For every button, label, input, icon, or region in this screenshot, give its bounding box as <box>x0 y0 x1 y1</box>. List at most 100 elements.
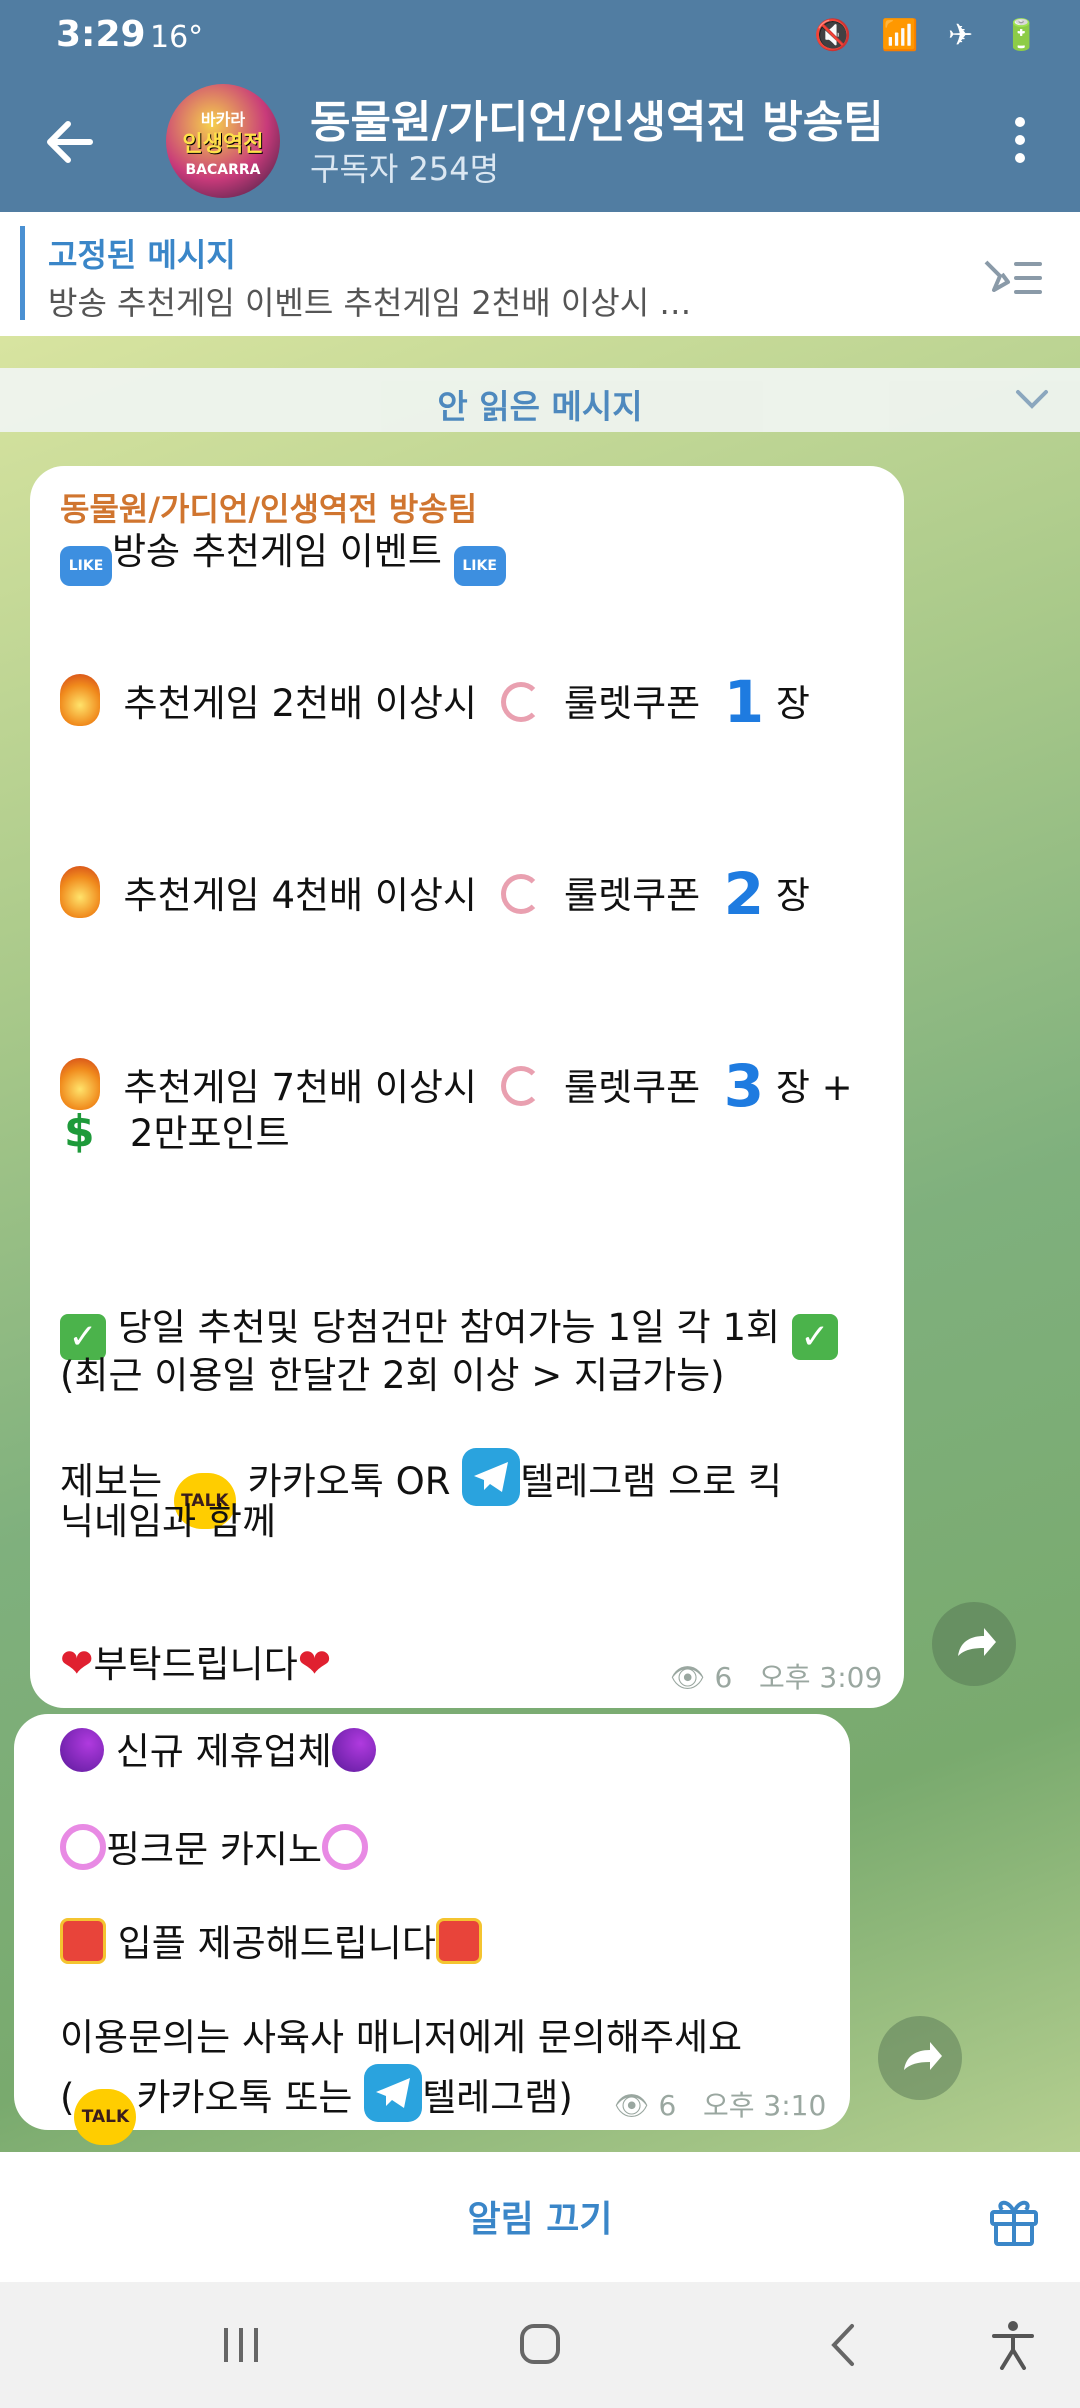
rule-1-unit: 장 <box>775 682 810 725</box>
home-icon[interactable] <box>518 2322 562 2366</box>
avatar-text-main: 인생역전 <box>182 132 264 157</box>
message-bubble[interactable]: 동물원/가디언/인생역전 방송팀 LIKE 방송 추천게임 이벤트 LIKE 추천… <box>30 466 904 1708</box>
fire-one-icon <box>60 674 100 726</box>
pinned-title: 고정된 메시지 <box>48 236 236 274</box>
pink-ring-icon <box>322 1824 369 1870</box>
rule-2-unit: 장 <box>775 874 810 917</box>
view-count: 6 <box>658 2089 677 2122</box>
message-line: 추천게임 4천배 이상시 룰렛쿠폰 2 장 <box>60 865 810 923</box>
contact-line: 이용문의는 사육사 매니저에게 문의해주세요 <box>60 2016 743 2059</box>
message-sender: 동물원/가디언/인생역전 방송팀 <box>60 490 478 528</box>
message-line: 신규 제휴업체 <box>60 1728 376 1776</box>
unread-divider: 안 읽은 메시지 <box>0 368 1080 432</box>
pinned-list-icon[interactable] <box>980 252 1044 304</box>
unread-label: 안 읽은 메시지 <box>437 387 643 426</box>
moon-icon <box>331 1728 376 1772</box>
number-three-icon: 3 <box>723 1052 765 1120</box>
message-line: LIKE 방송 추천게임 이벤트 LIKE <box>60 528 506 586</box>
avatar-text-bottom: BACARRA <box>185 162 261 178</box>
mute-notifications-button[interactable]: 알림 끄기 <box>0 2190 1080 2242</box>
rule-2-coupon: 룰렛쿠폰 <box>564 874 701 917</box>
rule-1-text: 추천게임 2천배 이상시 <box>123 682 477 725</box>
paren-open: ( <box>60 2076 75 2119</box>
casino-line: 핑크문 카지노 <box>106 1828 323 1871</box>
rule-3-unit: 장 + <box>775 1066 853 1109</box>
heart-hand-icon: ❤ <box>297 1641 332 1687</box>
report-telegram: 텔레그램 으로 킥 <box>520 1460 782 1503</box>
forward-button[interactable] <box>932 1602 1016 1686</box>
number-one-icon: 1 <box>723 668 765 736</box>
contact-kakao: 카카오톡 또는 <box>136 2076 353 2119</box>
message-line: (TALK 카카오톡 또는 텔레그램) <box>60 2064 573 2145</box>
forward-button[interactable] <box>878 2016 962 2100</box>
dollar-icon: $ <box>64 1106 95 1157</box>
report-kakao: 카카오톡 OR <box>247 1460 451 1503</box>
like-icon: LIKE <box>453 546 506 586</box>
pinned-text: 방송 추천게임 이벤트 추천게임 2천배 이상시 … <box>48 284 692 322</box>
telegram-icon <box>462 1448 521 1506</box>
chevron-down-icon[interactable] <box>1014 384 1050 414</box>
fire-three-icon <box>60 1058 100 1110</box>
channel-title[interactable]: 동물원/가디언/인생역전 방송팀 <box>310 86 884 150</box>
message-meta: 👁 6 오후 3:10 <box>614 2084 826 2124</box>
moon-icon <box>60 1728 104 1772</box>
share-arrow-icon <box>904 2042 942 2070</box>
rule-1-coupon: 룰렛쿠폰 <box>564 682 701 725</box>
notice-line-2: (최근 이용일 한달간 2회 이상 > 지급가능) <box>60 1354 725 1397</box>
message-line: 입플 제공해드립니다 <box>60 1918 482 1968</box>
fire-two-icon <box>60 866 100 918</box>
message-line: 추천게임 7천배 이상시 룰렛쿠폰 3 장 + <box>60 1057 853 1115</box>
contact-telegram: 텔레그램) <box>422 2076 573 2119</box>
eye-icon: 👁 <box>614 2089 650 2122</box>
status-temperature: 16° <box>150 20 204 55</box>
number-two-icon: 2 <box>723 860 765 928</box>
message-bubble[interactable]: 신규 제휴업체 핑크문 카지노 입플 제공해드립니다 이용문의는 사육사 매니저… <box>14 1714 850 2145</box>
roulette-icon <box>500 1066 541 1106</box>
view-count: 6 <box>714 1661 733 1694</box>
roulette-icon <box>500 682 541 722</box>
subscriber-count: 구독자 254명 <box>310 150 500 188</box>
gift-icon <box>435 1918 482 1964</box>
rule-3-coupon: 룰렛쿠폰 <box>564 1066 701 1109</box>
like-icon: LIKE <box>60 546 112 586</box>
message-title: 방송 추천게임 이벤트 <box>112 530 442 573</box>
message-meta: 👁 6 오후 3:09 <box>670 1656 882 1696</box>
system-nav-bar <box>0 2282 1080 2408</box>
status-bar: 3:29 16° 🔇 📶 ✈ 🔋 <box>0 0 1080 72</box>
more-menu-icon[interactable] <box>1000 110 1040 170</box>
partner-line: 신규 제휴업체 <box>115 1730 332 1773</box>
status-icons: 🔇 📶 ✈ 🔋 <box>814 18 1050 53</box>
gift-icon[interactable] <box>986 2192 1042 2248</box>
message-line: 핑크문 카지노 <box>60 1824 369 1874</box>
eye-icon: 👁 <box>670 1661 706 1694</box>
chat-header: 바카라 인생역전 BACARRA 동물원/가디언/인생역전 방송팀 구독자 25… <box>0 72 1080 212</box>
rule-3-text: 추천게임 7천배 이상시 <box>123 1066 477 1109</box>
report-line-2: 닉네임과 함께 <box>60 1500 277 1543</box>
share-arrow-icon <box>958 1628 996 1656</box>
rule-2-text: 추천게임 4천배 이상시 <box>123 874 477 917</box>
status-time: 3:29 <box>56 14 146 55</box>
telegram-icon <box>364 2064 423 2122</box>
accessibility-icon[interactable] <box>990 2318 1036 2370</box>
back-arrow-icon[interactable] <box>40 112 100 172</box>
kakaotalk-icon: TALK <box>74 2089 137 2145</box>
pinned-indicator <box>20 226 25 320</box>
rule-3-bonus: 2만포인트 <box>129 1112 290 1155</box>
recent-apps-icon[interactable] <box>220 2324 262 2366</box>
chat-area[interactable]: 안 읽은 메시지 동물원/가디언/인생역전 방송팀 LIKE 방송 추천게임 이벤… <box>0 336 1080 2152</box>
pinned-message-bar[interactable]: 고정된 메시지 방송 추천게임 이벤트 추천게임 2천배 이상시 … <box>0 212 1080 336</box>
message-time: 오후 3:10 <box>702 2089 827 2122</box>
heart-hand-icon: ❤ <box>60 1641 94 1687</box>
message-line: 추천게임 2천배 이상시 룰렛쿠폰 1 장 <box>60 673 810 731</box>
message-time: 오후 3:09 <box>758 1661 883 1694</box>
bottom-bar: 알림 끄기 <box>0 2152 1080 2282</box>
check-icon: ✓ <box>791 1314 838 1360</box>
channel-avatar[interactable]: 바카라 인생역전 BACARRA <box>166 84 280 198</box>
roulette-icon <box>500 874 541 914</box>
gift-icon <box>60 1918 106 1964</box>
message-line: ❤부탁드립니다❤ <box>60 1640 331 1689</box>
report-text: 제보는 <box>60 1460 163 1503</box>
back-nav-icon[interactable] <box>826 2322 860 2368</box>
message-line: $ 2만포인트 <box>64 1108 290 1158</box>
bonus-line: 입플 제공해드립니다 <box>117 1922 436 1965</box>
